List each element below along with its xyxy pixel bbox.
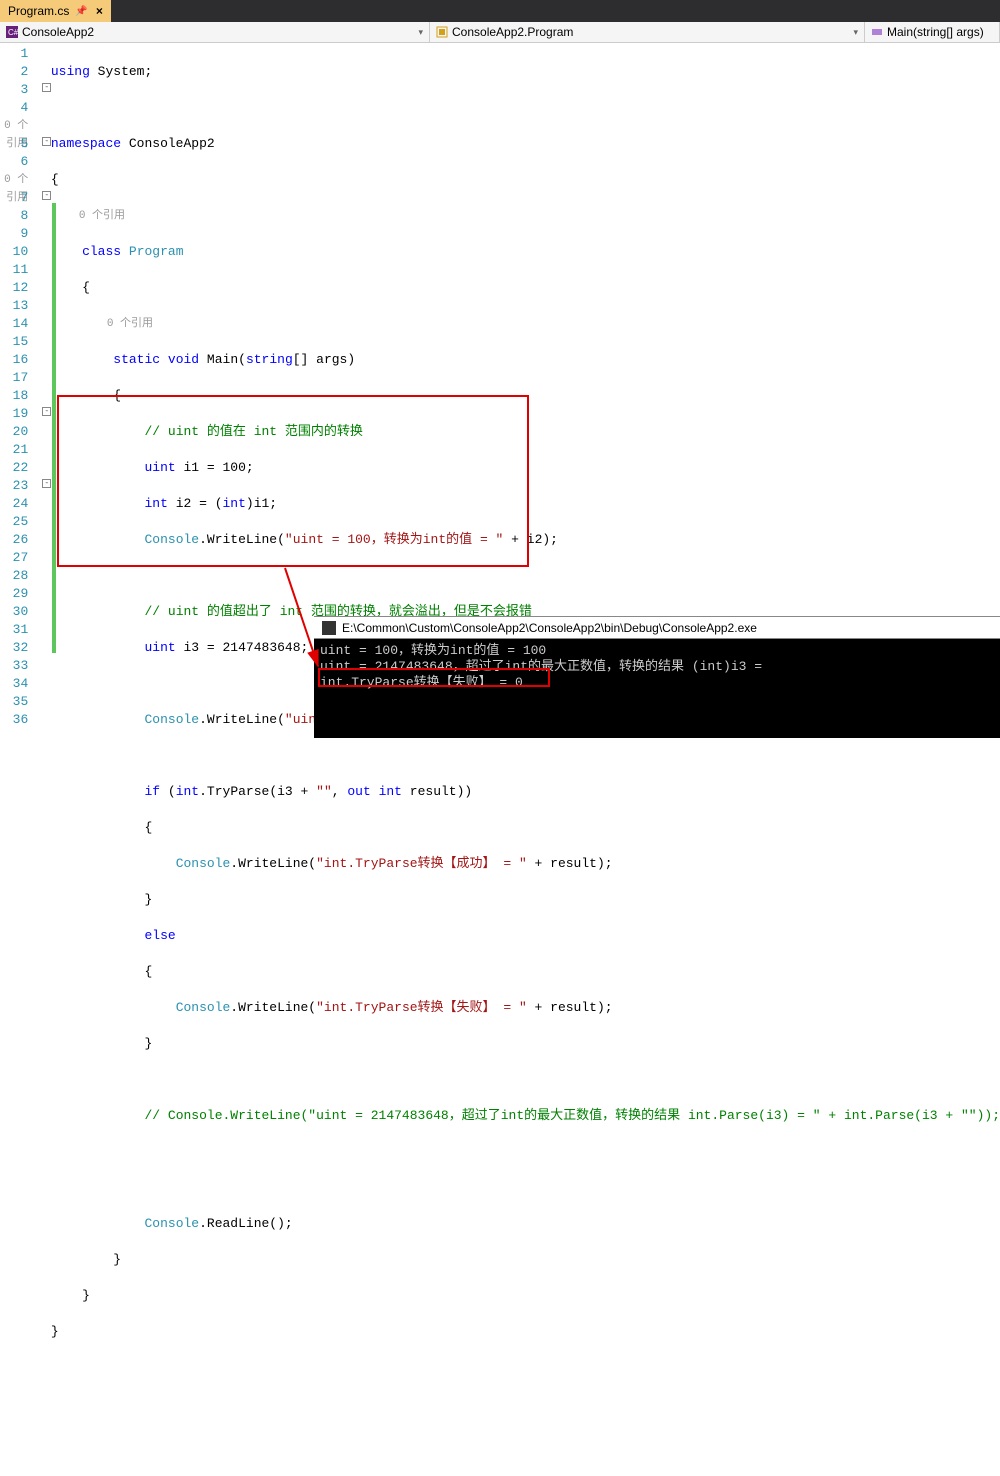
line-number: 3 (0, 81, 28, 99)
console-window: E:\Common\Custom\ConsoleApp2\ConsoleApp2… (314, 616, 1000, 738)
fold-margin: - - - - - (40, 43, 51, 738)
line-number: 29 (0, 585, 28, 603)
line-number: 30 (0, 603, 28, 621)
line-number: 18 (0, 387, 28, 405)
line-number: 27 (0, 549, 28, 567)
svg-text:C#: C# (8, 28, 18, 37)
line-number: 2 (0, 63, 28, 81)
line-number: 10 (0, 243, 28, 261)
line-number: 24 (0, 495, 28, 513)
line-number: 32 (0, 639, 28, 657)
line-number: 25 (0, 513, 28, 531)
nav-class[interactable]: ConsoleApp2.Program ▾ (430, 22, 865, 42)
close-icon[interactable]: × (96, 4, 103, 18)
console-title-text: E:\Common\Custom\ConsoleApp2\ConsoleApp2… (342, 621, 757, 635)
highlight-box-console (318, 668, 550, 687)
line-number: 31 (0, 621, 28, 639)
chevron-down-icon: ▾ (853, 27, 858, 38)
nav-method-label: Main(string[] args) (887, 25, 984, 39)
line-number: 26 (0, 531, 28, 549)
line-number: 12 (0, 279, 28, 297)
nav-class-label: ConsoleApp2.Program (452, 25, 573, 39)
nav-project-label: ConsoleApp2 (22, 25, 94, 39)
line-number: 21 (0, 441, 28, 459)
line-number: 14 (0, 315, 28, 333)
line-number: 36 (0, 711, 28, 729)
line-number: 35 (0, 693, 28, 711)
chevron-down-icon: ▾ (418, 27, 423, 38)
nav-method[interactable]: Main(string[] args) (865, 22, 1000, 42)
line-number: 6 (0, 153, 28, 171)
file-tab-program[interactable]: Program.cs 📌 × (0, 0, 111, 22)
codelens[interactable]: 0 个引用 (0, 171, 28, 189)
line-number: 20 (0, 423, 28, 441)
line-number: 13 (0, 297, 28, 315)
line-number: 19 (0, 405, 28, 423)
console-titlebar[interactable]: E:\Common\Custom\ConsoleApp2\ConsoleApp2… (314, 617, 1000, 639)
line-number: 1 (0, 45, 28, 63)
nav-bar: C# ConsoleApp2 ▾ ConsoleApp2.Program ▾ M… (0, 22, 1000, 43)
line-number: 33 (0, 657, 28, 675)
tab-strip: Program.cs 📌 × (0, 0, 1000, 22)
tab-label: Program.cs (8, 4, 69, 18)
class-icon (436, 26, 448, 38)
line-number: 23 (0, 477, 28, 495)
pin-icon[interactable]: 📌 (75, 6, 87, 17)
line-number: 34 (0, 675, 28, 693)
line-number: 28 (0, 567, 28, 585)
line-number: 11 (0, 261, 28, 279)
line-number: 4 (0, 99, 28, 117)
codelens[interactable]: 0 个引用 (0, 117, 28, 135)
line-number: 9 (0, 225, 28, 243)
line-number: 15 (0, 333, 28, 351)
line-number: 17 (0, 369, 28, 387)
line-gutter: 1 2 3 4 0 个引用 5 6 0 个引用 7 8 9 10 11 12 1… (0, 43, 40, 738)
line-number: 8 (0, 207, 28, 225)
line-number: 16 (0, 351, 28, 369)
line-number: 22 (0, 459, 28, 477)
csharp-icon: C# (6, 26, 18, 38)
method-icon (871, 26, 883, 38)
nav-project[interactable]: C# ConsoleApp2 ▾ (0, 22, 430, 42)
console-icon (322, 621, 336, 635)
